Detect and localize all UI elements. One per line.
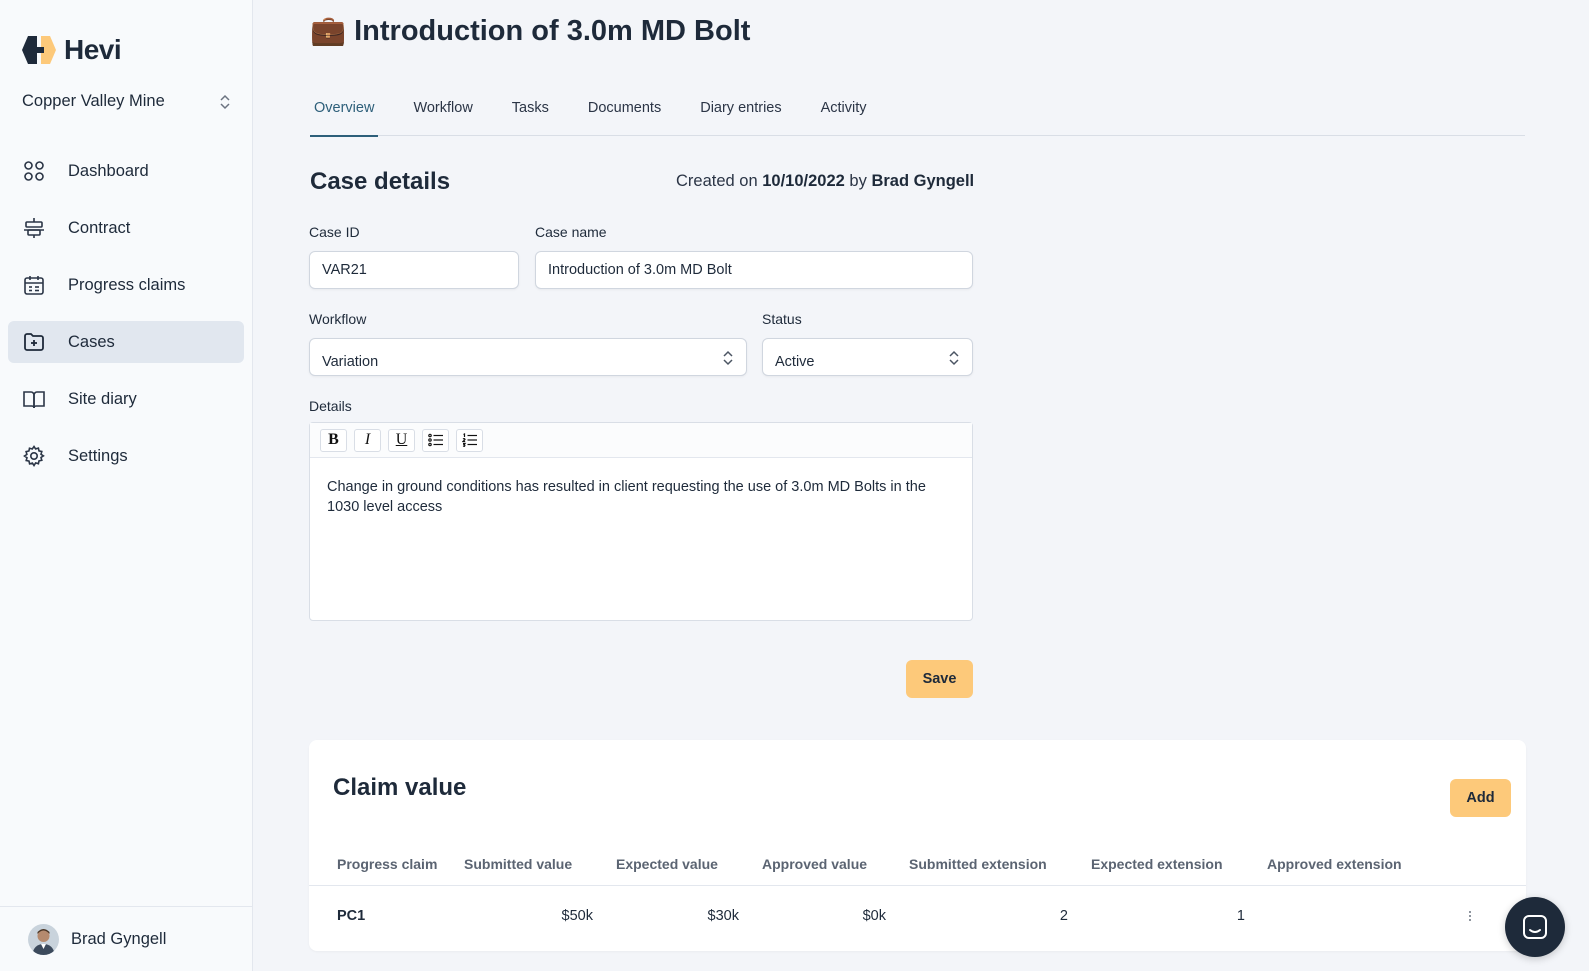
page-title: 💼 Introduction of 3.0m MD Bolt: [310, 14, 750, 48]
table-header: Progress claim Submitted value Expected …: [309, 846, 1526, 886]
column-header[interactable]: Submitted value: [464, 856, 572, 872]
org-selector[interactable]: Copper Valley Mine: [22, 92, 232, 111]
cell-expected-value: $30k: [707, 908, 739, 924]
save-button[interactable]: Save: [906, 660, 973, 698]
sidebar: Hevi Copper Valley Mine Dashboard Contra…: [0, 0, 253, 971]
page-title-text: Introduction of 3.0m MD Bolt: [354, 14, 751, 47]
created-by: Brad Gyngell: [871, 172, 975, 190]
workflow-value: Variation: [322, 354, 379, 370]
sidebar-item-progress-claims[interactable]: Progress claims: [8, 264, 244, 306]
sidebar-nav: Dashboard Contract Progress claims Cases…: [8, 150, 244, 492]
table-row[interactable]: PC1 $50k $30k $0k 2 1: [309, 886, 1526, 946]
editor-toolbar: B I U: [310, 423, 972, 458]
bullet-list-icon: [427, 433, 443, 447]
chat-launcher-button[interactable]: [1505, 897, 1565, 957]
column-header[interactable]: Expected value: [616, 856, 718, 872]
created-info: Created on 10/10/2022 by Brad Gyngell: [676, 172, 975, 190]
chevron-up-down-icon: [949, 350, 959, 366]
column-header[interactable]: Progress claim: [337, 856, 437, 872]
cell-submitted-extension: 2: [1059, 908, 1068, 924]
created-date: 10/10/2022: [762, 172, 845, 190]
sidebar-item-dashboard[interactable]: Dashboard: [8, 150, 244, 192]
main-content: 💼 Introduction of 3.0m MD Bolt Overview …: [253, 0, 1589, 971]
sidebar-item-label: Cases: [68, 332, 115, 351]
column-header[interactable]: Approved value: [762, 856, 867, 872]
cell-submitted-value: $50k: [561, 908, 593, 924]
calendar-icon: [24, 276, 44, 295]
case-id-label: Case ID: [309, 224, 360, 240]
logo-text: Hevi: [64, 34, 122, 65]
case-name-label: Case name: [535, 224, 607, 240]
avatar: [28, 923, 59, 955]
book-icon: [23, 391, 45, 409]
sidebar-item-label: Settings: [68, 446, 128, 465]
claim-value-card: Claim value Add Progress claim Submitted…: [309, 740, 1526, 951]
add-button[interactable]: Add: [1450, 779, 1511, 817]
tab-diary-entries[interactable]: Diary entries: [696, 90, 785, 136]
grid-icon: [24, 161, 44, 181]
cell-approved-value: $0k: [862, 908, 886, 924]
case-id-input[interactable]: [309, 251, 519, 289]
tab-tasks[interactable]: Tasks: [508, 90, 553, 136]
gear-icon: [23, 445, 45, 467]
sidebar-item-contract[interactable]: Contract: [8, 207, 244, 249]
hevi-logo[interactable]: Hevi: [20, 34, 122, 66]
claim-value-heading: Claim value: [333, 774, 467, 801]
chevron-up-down-icon: [723, 350, 733, 366]
status-value: Active: [775, 354, 815, 370]
column-header[interactable]: Approved extension: [1267, 856, 1402, 872]
workflow-select[interactable]: Variation: [309, 338, 747, 376]
chat-icon: [1523, 915, 1547, 939]
user-name: Brad Gyngell: [71, 929, 167, 948]
column-header[interactable]: Submitted extension: [909, 856, 1047, 872]
bold-button[interactable]: B: [320, 428, 347, 452]
italic-button[interactable]: I: [354, 428, 381, 452]
chevron-up-down-icon: [220, 94, 230, 109]
sidebar-item-label: Site diary: [68, 389, 137, 408]
workflow-label: Workflow: [309, 311, 367, 327]
column-header[interactable]: Expected extension: [1091, 856, 1223, 872]
org-name: Copper Valley Mine: [22, 92, 165, 110]
details-editor[interactable]: B I U Change in ground conditions has re…: [309, 422, 973, 621]
sidebar-item-settings[interactable]: Settings: [8, 435, 244, 477]
folder-plus-icon: [24, 333, 44, 351]
tab-documents[interactable]: Documents: [584, 90, 665, 136]
bullet-list-button[interactable]: [422, 428, 449, 452]
sidebar-item-label: Progress claims: [68, 275, 186, 294]
tab-workflow[interactable]: Workflow: [409, 90, 476, 136]
tab-activity[interactable]: Activity: [817, 90, 871, 136]
sidebar-item-label: Contract: [68, 218, 131, 237]
cell-expected-extension: 1: [1236, 908, 1245, 924]
numbered-list-button[interactable]: [456, 428, 483, 452]
cell-progress-claim: PC1: [337, 908, 366, 924]
details-label: Details: [309, 398, 352, 414]
more-vertical-icon[interactable]: [1468, 910, 1472, 922]
user-profile[interactable]: Brad Gyngell: [0, 906, 252, 971]
underline-button[interactable]: U: [388, 428, 415, 452]
case-name-input[interactable]: [535, 251, 973, 289]
tab-bar: Overview Workflow Tasks Documents Diary …: [310, 90, 1525, 137]
sidebar-item-cases[interactable]: Cases: [8, 321, 244, 363]
numbered-list-icon: [461, 433, 477, 447]
contract-icon: [24, 218, 44, 238]
editor-content[interactable]: Change in ground conditions has resulted…: [310, 458, 972, 536]
status-label: Status: [762, 311, 802, 327]
tab-overview[interactable]: Overview: [310, 90, 379, 137]
briefcase-icon: 💼: [310, 15, 347, 47]
hevi-logo-icon: [22, 36, 56, 64]
sidebar-item-site-diary[interactable]: Site diary: [8, 378, 244, 420]
sidebar-item-label: Dashboard: [68, 161, 149, 180]
status-select[interactable]: Active: [762, 338, 973, 376]
case-details-heading: Case details: [310, 168, 451, 195]
